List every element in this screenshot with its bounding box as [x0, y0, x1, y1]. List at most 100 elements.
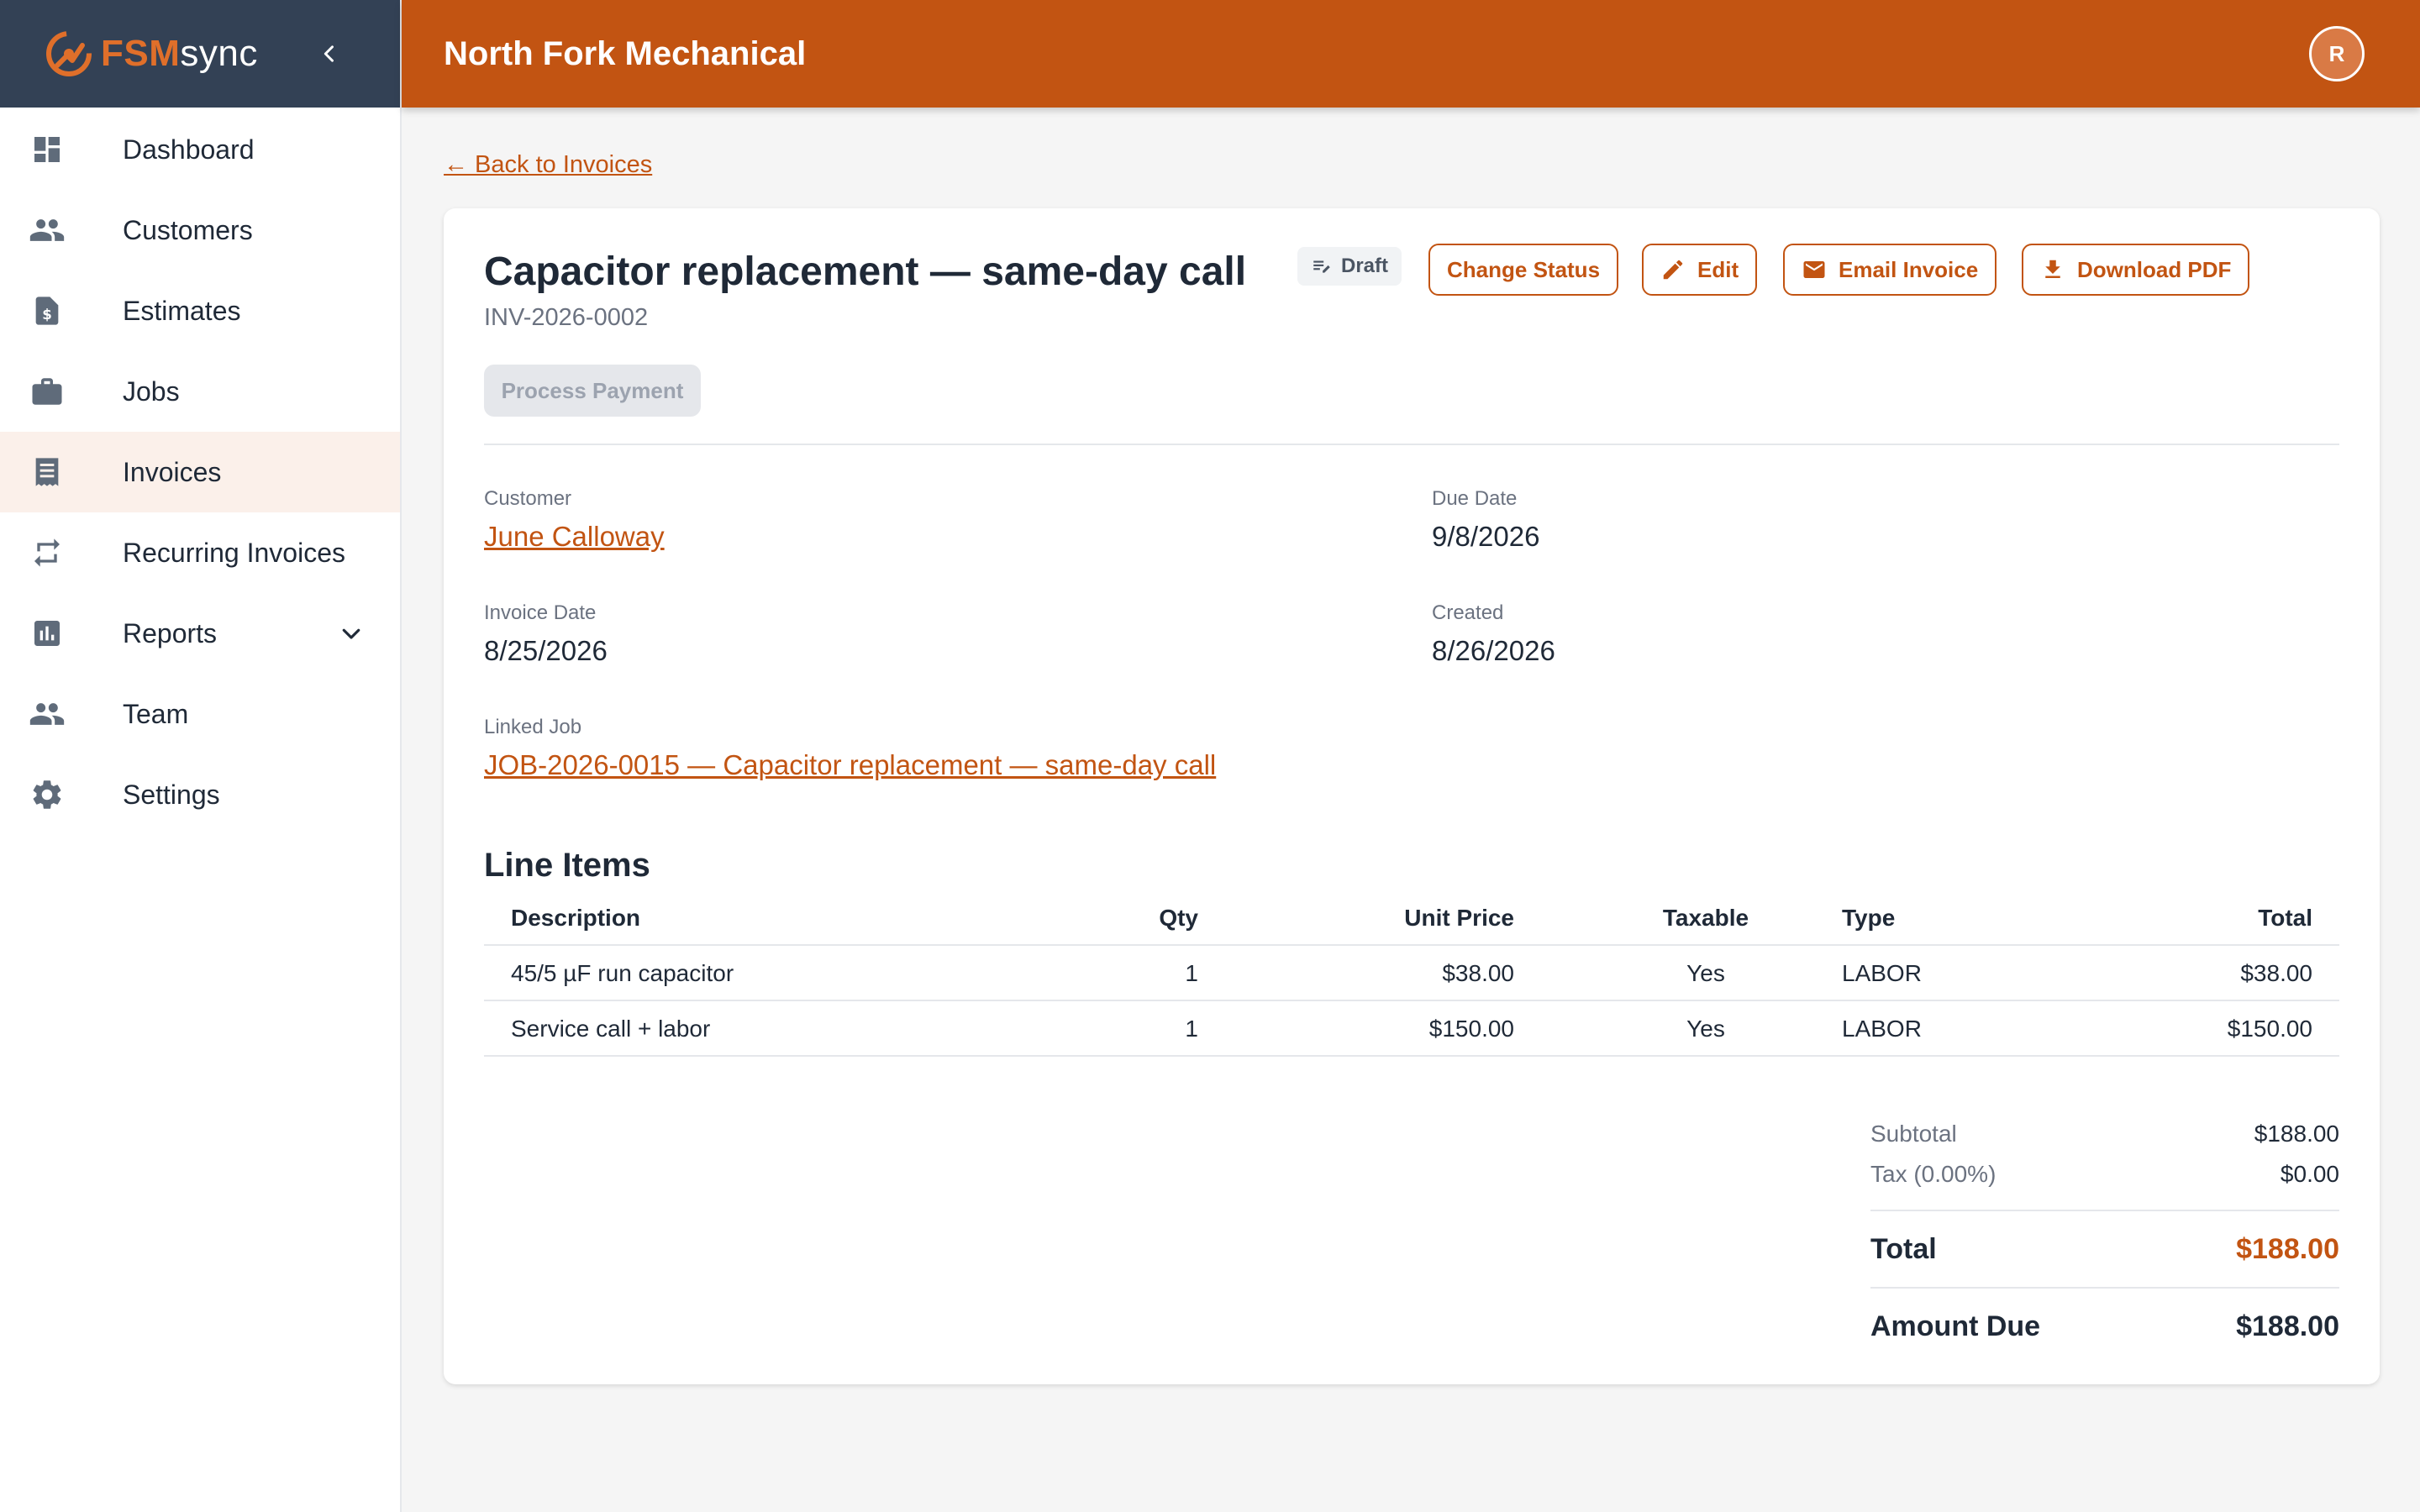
subtotal-label: Subtotal [1870, 1121, 1957, 1147]
collapse-sidebar-button[interactable] [314, 39, 345, 69]
created-value: 8/26/2026 [1432, 635, 1555, 666]
edit-button[interactable]: Edit [1642, 244, 1758, 296]
sidebar-item-label: Recurring Invoices [123, 537, 345, 568]
cell-description: Service call + labor [511, 1016, 711, 1042]
change-status-label: Change Status [1447, 256, 1601, 282]
linked-job-label: Linked Job [484, 716, 582, 738]
top-bar: North Fork Mechanical R [402, 0, 2420, 108]
totals-divider [1870, 1287, 2339, 1289]
invoice-card: Capacitor replacement — same-day call Dr… [444, 208, 2380, 1384]
amount-due-line: Amount Due $188.00 [1870, 1304, 2339, 1349]
sidebar-item-label: Dashboard [123, 134, 255, 165]
sidebar-item-dashboard[interactable]: Dashboard [0, 109, 400, 190]
download-icon [2040, 257, 2065, 282]
cell-type: LABOR [1842, 960, 1922, 986]
cell-description: 45/5 µF run capacitor [511, 960, 734, 986]
company-name: North Fork Mechanical [444, 34, 807, 72]
sidebar: FSMsync Dashboard Customers $ Estimates … [0, 0, 402, 1512]
team-icon [29, 696, 66, 732]
due-date-value: 9/8/2026 [1432, 521, 1540, 552]
sidebar-item-invoices[interactable]: Invoices [0, 432, 400, 512]
cell-total: $150.00 [2227, 1016, 2312, 1042]
invoice-date-label: Invoice Date [484, 601, 597, 624]
draft-icon [1311, 255, 1333, 277]
column-header-type: Type [1842, 905, 1896, 931]
email-icon [1802, 257, 1827, 282]
sidebar-item-team[interactable]: Team [0, 674, 400, 754]
table-header-row: Description Qty Unit Price Taxable Type … [484, 890, 2339, 946]
totals-divider [1870, 1210, 2339, 1211]
process-payment-button[interactable]: Process Payment [484, 365, 701, 417]
sidebar-item-reports[interactable]: Reports [0, 593, 400, 674]
cell-unit-price: $150.00 [1428, 1016, 1514, 1042]
email-invoice-button[interactable]: Email Invoice [1783, 244, 1997, 296]
totals-summary: Subtotal $188.00 Tax (0.00%) $0.00 Total… [1870, 1114, 2339, 1349]
total-line: Total $188.00 [1870, 1226, 2339, 1272]
cell-taxable: Yes [1686, 960, 1725, 986]
dashboard-icon [29, 131, 66, 168]
people-icon [29, 212, 66, 249]
column-header-total: Total [2258, 905, 2312, 931]
download-pdf-button[interactable]: Download PDF [2022, 244, 2250, 296]
bar-chart-icon [29, 615, 66, 652]
receipt-icon [29, 454, 66, 491]
invoice-date-value: 8/25/2026 [484, 635, 608, 666]
customer-link[interactable]: June Calloway [484, 521, 665, 553]
sidebar-item-recurring-invoices[interactable]: Recurring Invoices [0, 512, 400, 593]
status-badge: Draft [1297, 247, 1402, 286]
column-header-unit-price: Unit Price [1404, 905, 1514, 931]
download-pdf-label: Download PDF [2077, 256, 2232, 282]
email-invoice-label: Email Invoice [1839, 256, 1979, 282]
status-label: Draft [1341, 255, 1389, 277]
tax-value: $0.00 [2280, 1161, 2339, 1187]
cell-qty: 1 [1185, 960, 1198, 986]
line-items-table: Description Qty Unit Price Taxable Type … [484, 890, 2339, 1057]
cell-total: $38.00 [2240, 960, 2312, 986]
back-to-invoices-link[interactable]: ← Back to Invoices [444, 151, 652, 179]
cell-taxable: Yes [1686, 1016, 1725, 1042]
header-divider [484, 444, 2339, 445]
sidebar-item-label: Estimates [123, 295, 241, 326]
cell-unit-price: $38.00 [1442, 960, 1514, 986]
brand-name: FSMsync [101, 33, 258, 75]
pencil-icon [1660, 257, 1686, 282]
repeat-icon [29, 534, 66, 571]
tax-line: Tax (0.00%) $0.00 [1870, 1154, 2339, 1194]
svg-text:$: $ [42, 307, 52, 323]
change-status-button[interactable]: Change Status [1428, 244, 1619, 296]
edit-label: Edit [1697, 256, 1739, 282]
sidebar-item-jobs[interactable]: Jobs [0, 351, 400, 432]
briefcase-icon [29, 373, 66, 410]
gear-icon [29, 776, 66, 813]
linked-job-link[interactable]: JOB-2026-0015 — Capacitor replacement — … [484, 749, 1216, 781]
sidebar-item-label: Invoices [123, 456, 222, 487]
line-items-title: Line Items [484, 847, 650, 884]
amount-due-label: Amount Due [1870, 1310, 2041, 1342]
sidebar-item-estimates[interactable]: $ Estimates [0, 270, 400, 351]
column-header-qty: Qty [1159, 905, 1198, 931]
estimate-document-icon: $ [29, 292, 66, 329]
table-row: Service call + labor 1 $150.00 Yes LABOR… [484, 1001, 2339, 1057]
logo-icon [46, 31, 92, 76]
sidebar-item-label: Customers [123, 214, 253, 245]
chevron-down-icon[interactable] [336, 618, 366, 648]
sidebar-item-label: Reports [123, 617, 218, 648]
cell-type: LABOR [1842, 1016, 1922, 1042]
sidebar-item-label: Jobs [123, 375, 180, 407]
brand-header: FSMsync [0, 0, 400, 108]
tax-label: Tax (0.00%) [1870, 1161, 1996, 1187]
table-row: 45/5 µF run capacitor 1 $38.00 Yes LABOR… [484, 946, 2339, 1001]
sidebar-item-customers[interactable]: Customers [0, 190, 400, 270]
column-header-description: Description [511, 905, 641, 931]
brand-sync: sync [180, 33, 258, 74]
sidebar-item-label: Settings [123, 779, 220, 810]
sidebar-item-settings[interactable]: Settings [0, 754, 400, 835]
cell-qty: 1 [1185, 1016, 1198, 1042]
page-title: Capacitor replacement — same-day call [484, 249, 1247, 294]
created-label: Created [1432, 601, 1504, 624]
main-content: ← Back to Invoices Capacitor replacement… [402, 108, 2420, 1512]
column-header-taxable: Taxable [1662, 905, 1749, 931]
brand-fsm: FSM [101, 33, 181, 74]
subtotal-value: $188.00 [2254, 1121, 2339, 1147]
avatar[interactable]: R [2309, 26, 2365, 81]
